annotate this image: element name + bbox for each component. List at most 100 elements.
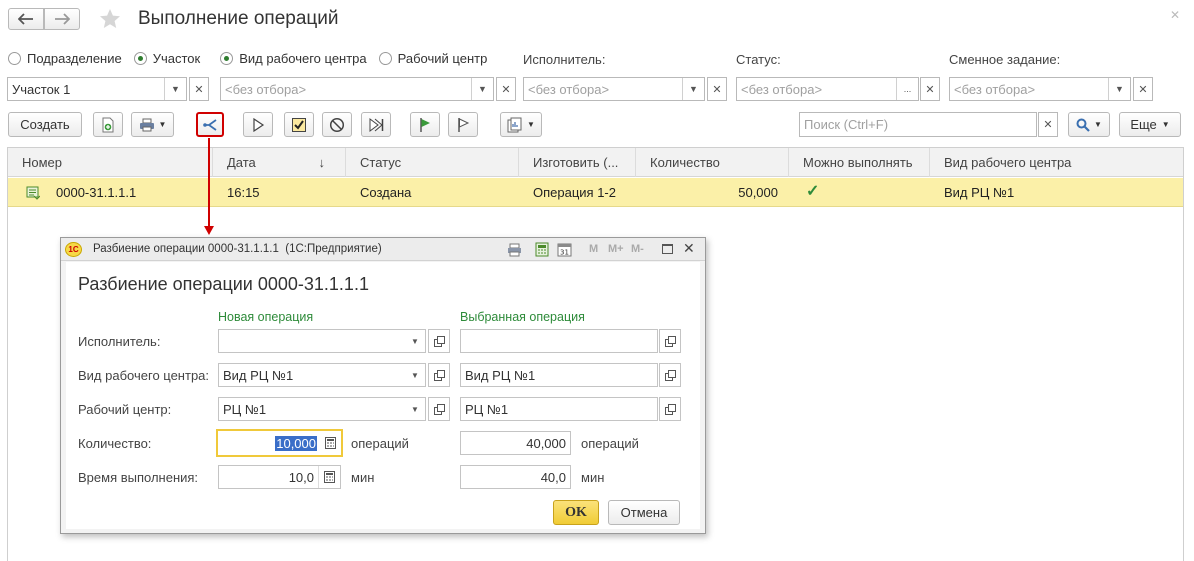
dropdown-arrow-icon[interactable]: ▼ bbox=[405, 371, 425, 380]
forward-button[interactable] bbox=[44, 8, 80, 30]
shift-task-select[interactable]: <без отбора> ▼ bbox=[949, 77, 1131, 101]
cancel-button[interactable]: Отмена bbox=[608, 500, 680, 525]
calculator-icon[interactable] bbox=[319, 437, 341, 449]
split-operation-button[interactable] bbox=[196, 112, 224, 137]
document-status-icon bbox=[26, 186, 40, 200]
clear-status-button[interactable]: ✕ bbox=[920, 77, 940, 101]
dropdown-arrow-icon[interactable]: ▼ bbox=[1108, 78, 1130, 100]
new-quantity-input[interactable]: 10,000 bbox=[216, 429, 343, 457]
dropdown-arrow-icon[interactable]: ▼ bbox=[471, 78, 493, 100]
selected-wc-type-field: Вид РЦ №1 bbox=[460, 363, 658, 387]
search-button[interactable]: ▼ bbox=[1068, 112, 1110, 137]
open-form-icon bbox=[433, 403, 445, 415]
executor-select[interactable]: <без отбора> ▼ bbox=[523, 77, 705, 101]
selected-wc-open-button[interactable] bbox=[659, 397, 681, 421]
create-button[interactable]: Создать bbox=[8, 112, 82, 137]
skip-forward-button[interactable] bbox=[361, 112, 391, 137]
favorite-star-icon[interactable] bbox=[98, 7, 122, 31]
arrow-right-icon bbox=[55, 13, 70, 25]
radio-wc-type[interactable]: Вид рабочего центра bbox=[220, 51, 367, 66]
new-executor-select[interactable]: ▼ bbox=[218, 329, 426, 353]
printer-icon bbox=[139, 118, 154, 131]
flag-start-button[interactable] bbox=[410, 112, 440, 137]
split-icon bbox=[203, 118, 217, 131]
new-wc-type-open-button[interactable] bbox=[428, 363, 450, 387]
clear-shift-task-button[interactable]: ✕ bbox=[1133, 77, 1153, 101]
col-header-date[interactable]: Дата ↓ bbox=[213, 148, 346, 177]
cell-wc-type: Вид РЦ №1 bbox=[944, 185, 1015, 200]
flag-finish-button[interactable] bbox=[448, 112, 478, 137]
clear-section-button[interactable]: ✕ bbox=[189, 77, 209, 101]
print-icon[interactable] bbox=[507, 243, 522, 257]
dialog-window-title: Разбиение операции 0000-31.1.1.1 (1С:Пре… bbox=[93, 243, 382, 255]
print-button[interactable]: ▼ bbox=[131, 112, 174, 137]
calculator-icon[interactable] bbox=[318, 466, 340, 488]
selected-quantity-field: 40,000 bbox=[460, 431, 571, 455]
radio-wc[interactable]: Рабочий центр bbox=[378, 51, 487, 66]
executor-label: Исполнитель: bbox=[523, 52, 606, 67]
calculator-icon[interactable] bbox=[535, 242, 549, 257]
close-dialog-icon[interactable]: ✕ bbox=[683, 240, 695, 257]
new-time-unit: мин bbox=[351, 470, 375, 485]
dialog-inner bbox=[66, 262, 700, 529]
report-icon bbox=[507, 117, 522, 132]
memory-plus-button[interactable]: M+ bbox=[608, 243, 624, 255]
maximize-icon[interactable] bbox=[662, 244, 673, 254]
memory-minus-button[interactable]: M- bbox=[631, 243, 644, 255]
section-select[interactable]: Участок 1 ▼ bbox=[7, 77, 187, 101]
reports-button[interactable]: ▼ bbox=[500, 112, 542, 137]
memory-m-button[interactable]: M bbox=[589, 243, 598, 255]
filter-radio-group: Подразделение Участок Вид рабочего центр… bbox=[8, 51, 499, 66]
time-field-label: Время выполнения: bbox=[78, 470, 199, 485]
cancel-operation-button[interactable] bbox=[322, 112, 352, 137]
col-header-quantity[interactable]: Количество bbox=[636, 148, 789, 177]
radio-subdivision[interactable]: Подразделение bbox=[8, 51, 122, 66]
dropdown-arrow-icon[interactable]: ▼ bbox=[682, 78, 704, 100]
cell-quantity: 50,000 bbox=[738, 185, 778, 200]
new-wc-open-button[interactable] bbox=[428, 397, 450, 421]
dropdown-arrow-icon: ▼ bbox=[527, 120, 535, 129]
status-select[interactable]: <без отбора> ... bbox=[736, 77, 919, 101]
col-header-wc-type[interactable]: Вид рабочего центра bbox=[930, 148, 1183, 177]
radio-circle bbox=[378, 52, 392, 65]
sort-desc-icon: ↓ bbox=[318, 155, 326, 170]
back-button[interactable] bbox=[8, 8, 44, 30]
ok-button[interactable]: OK bbox=[553, 500, 599, 525]
selected-executor-open-button[interactable] bbox=[659, 329, 681, 353]
radio-section[interactable]: Участок bbox=[133, 51, 200, 66]
new-wc-select[interactable]: РЦ №1 ▼ bbox=[218, 397, 426, 421]
calendar-icon[interactable]: 31 bbox=[557, 241, 572, 257]
clear-wc-type-button[interactable]: ✕ bbox=[496, 77, 516, 101]
search-icon bbox=[1076, 118, 1090, 132]
selected-wc-type-open-button[interactable] bbox=[659, 363, 681, 387]
check-icon: ✓ bbox=[806, 182, 820, 200]
col-header-status[interactable]: Статус bbox=[346, 148, 519, 177]
dropdown-arrow-icon[interactable]: ▼ bbox=[164, 78, 186, 100]
play-icon bbox=[253, 117, 265, 132]
ellipsis-button[interactable]: ... bbox=[896, 78, 918, 100]
selected-operation-heading: Выбранная операция bbox=[460, 310, 585, 324]
open-form-icon bbox=[433, 369, 445, 381]
skip-end-icon bbox=[369, 117, 384, 132]
new-quantity-unit: операций bbox=[351, 436, 409, 451]
new-wc-type-select[interactable]: Вид РЦ №1 ▼ bbox=[218, 363, 426, 387]
cell-number: 0000-31.1.1.1 bbox=[56, 185, 137, 200]
search-input[interactable]: Поиск (Ctrl+F) bbox=[799, 112, 1037, 137]
more-button[interactable]: Еще ▼ bbox=[1119, 112, 1181, 137]
close-window-icon[interactable]: ✕ bbox=[1170, 8, 1180, 22]
col-header-can-run[interactable]: Можно выполнять bbox=[789, 148, 930, 177]
col-header-number[interactable]: Номер bbox=[8, 148, 213, 177]
col-header-make[interactable]: Изготовить (... bbox=[519, 148, 636, 177]
dropdown-arrow-icon[interactable]: ▼ bbox=[405, 405, 425, 414]
start-button[interactable] bbox=[243, 112, 273, 137]
clear-search-button[interactable]: ✕ bbox=[1038, 112, 1058, 137]
wc-type-select[interactable]: <без отбора> ▼ bbox=[220, 77, 494, 101]
open-form-icon bbox=[433, 335, 445, 347]
complete-button[interactable] bbox=[284, 112, 314, 137]
copy-button[interactable] bbox=[93, 112, 123, 137]
new-time-input[interactable]: 10,0 bbox=[218, 465, 341, 489]
clear-executor-button[interactable]: ✕ bbox=[707, 77, 727, 101]
green-flag-icon bbox=[420, 117, 430, 132]
dropdown-arrow-icon[interactable]: ▼ bbox=[405, 337, 425, 346]
new-executor-open-button[interactable] bbox=[428, 329, 450, 353]
